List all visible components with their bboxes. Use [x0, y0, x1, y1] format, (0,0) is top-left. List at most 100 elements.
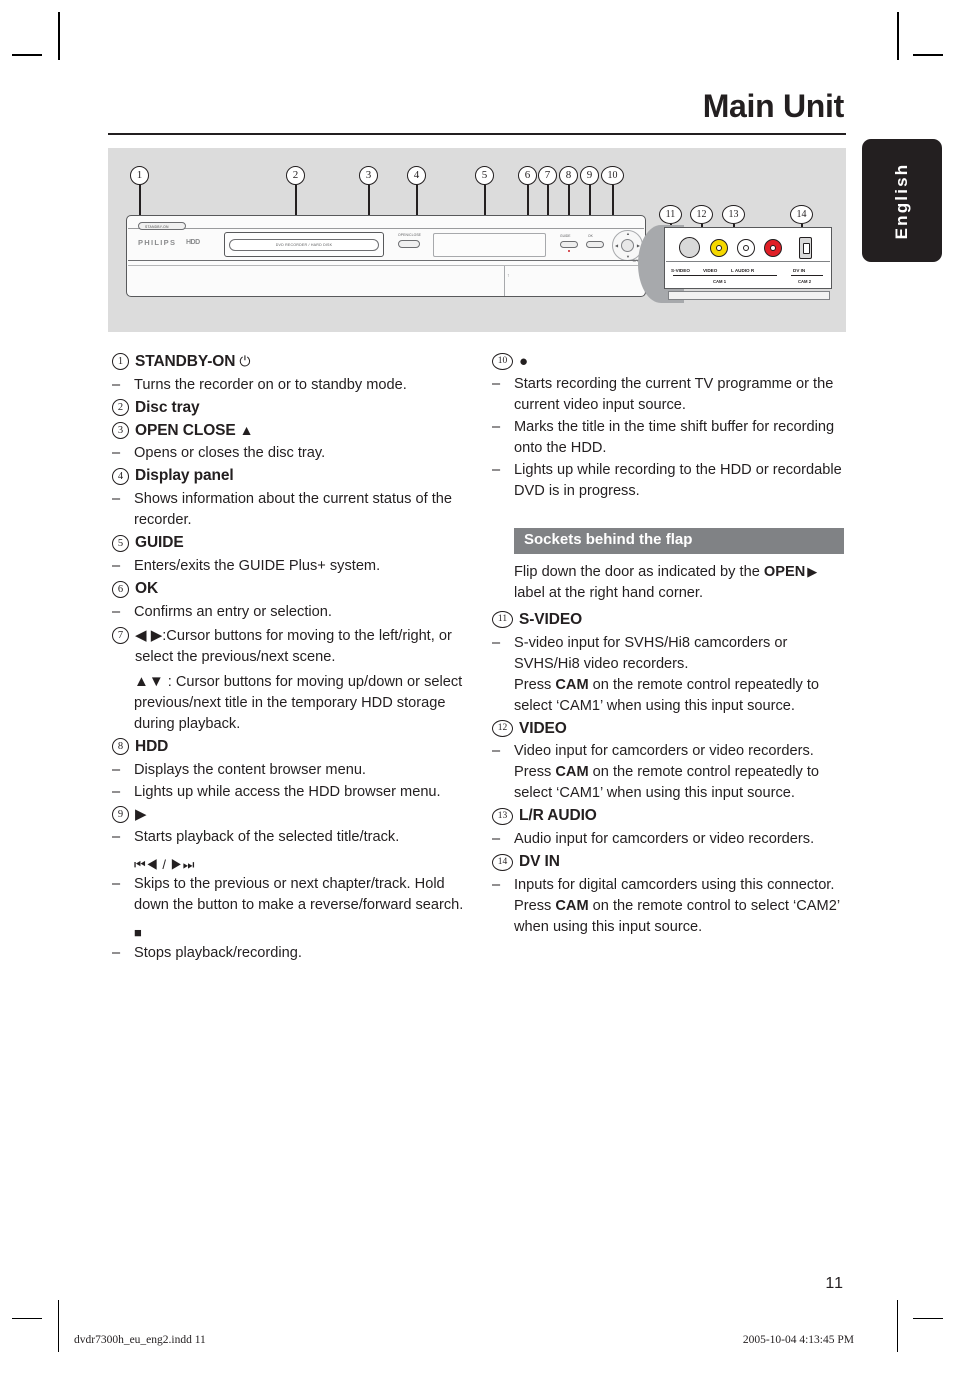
entry-number: 6 — [112, 580, 129, 598]
bullet-text: Enters/exits the GUIDE Plus+ system. — [134, 558, 381, 575]
cursor-up-arrow-icon: ▲ — [626, 231, 630, 236]
bullet-dash: – — [112, 491, 121, 508]
socket-group-line-cam2 — [791, 275, 823, 276]
entry-bullet: – Displays the content browser menu. — [112, 760, 464, 781]
cursor-left-arrow-icon: ◀ — [615, 243, 619, 248]
entry-s-video-heading: 11 S-VIDEO — [492, 610, 844, 630]
entry-record-heading: 10 ● — [492, 352, 844, 371]
audio-left-jack-icon — [737, 239, 755, 257]
section-intro-text: Flip down the door as indicated by the O… — [514, 563, 818, 601]
entry-number: 3 — [112, 422, 129, 440]
bullet-dash: – — [112, 376, 121, 393]
crop-mark-top-right-horizontal — [913, 54, 943, 56]
open-close-button-label: OPEN/CLOSE — [398, 233, 422, 237]
right-text-column: 10 ● – Starts recording the current TV p… — [492, 352, 844, 940]
socket-panel-illustration: S-VIDEO VIDEO L AUDIO R DV IN CAM 1 CAM … — [638, 225, 838, 303]
cam-label-bold: CAM — [555, 898, 589, 914]
entry-standby-on: 1 STANDBY-ON ⏻ – Turns the recorder on or… — [112, 352, 464, 396]
entry-title: VIDEO — [519, 719, 567, 737]
up-down-arrow-icon: ▲▼ — [134, 672, 164, 690]
bullet-text: Inputs for digital camcorders using this… — [514, 877, 840, 935]
entry-cursor-buttons-heading: 7 ◀ ▶:Cursor buttons for moving to the l… — [112, 625, 464, 668]
guide-button-label: GUIDE — [560, 234, 571, 238]
section-header-sockets: Sockets behind the flap — [514, 528, 844, 554]
entry-bullet: – Stops playback/recording. — [112, 943, 464, 964]
bullet-text: Audio input for camcorders or video reco… — [514, 831, 815, 848]
bullet-text: Marks the title in the time shift buffer… — [514, 419, 835, 457]
socket-label-dv-in: DV IN — [793, 268, 806, 273]
bullet-text: Lights up while recording to the HDD or … — [514, 462, 842, 500]
entry-bullet: – S-video input for SVHS/Hi8 camcorders … — [492, 633, 844, 717]
entry-playback: 9 ▶ – Starts playback of the selected ti… — [112, 805, 464, 964]
entry-bullet: – Skips to the previous or next chapter/… — [112, 874, 464, 916]
page-title: Main Unit — [702, 88, 845, 124]
title-divider-rule — [108, 133, 846, 136]
entry-bullet: – Turns the recorder on or to standby mo… — [112, 375, 464, 396]
bullet-dash: – — [492, 877, 501, 893]
bullet-text: Opens or closes the disc tray. — [134, 445, 326, 462]
open-close-button-graphic — [398, 240, 420, 248]
entry-number: 2 — [112, 399, 129, 417]
open-arrow-icon: ▶ — [807, 563, 818, 579]
s-video-jack-icon — [679, 237, 700, 258]
entry-ok: 6 OK – Confirms an entry or selection. — [112, 579, 464, 623]
open-label-bold: OPEN — [763, 563, 806, 580]
entry-cursor-buttons: 7 ◀ ▶:Cursor buttons for moving to the l… — [112, 625, 464, 735]
diagram-callout-5: 5 — [475, 166, 494, 185]
left-right-arrow-icon: ◀ ▶ — [135, 626, 163, 644]
bullet-dash: – — [112, 445, 121, 462]
bullet-dash: – — [112, 828, 121, 845]
bullet-text: Skips to the previous or next chapter/tr… — [134, 876, 464, 914]
footer-timestamp: 2005-10-04 4:13:45 PM — [742, 1334, 854, 1346]
bullet-text: S-video input for SVHS/Hi8 camcorders or… — [514, 634, 820, 714]
entry-cursor-buttons-secondary: ▲▼ : Cursor buttons for moving up/down o… — [134, 672, 463, 732]
entry-open-close: 3 OPEN CLOSE ▲ – Opens or closes the disc… — [112, 421, 464, 465]
entry-video: 12 VIDEO – Video input for camcorders or… — [492, 719, 844, 805]
left-text-column: 1 STANDBY-ON ⏻ – Turns the recorder on or… — [112, 352, 464, 966]
entry-title: HDD — [135, 737, 169, 755]
bullet-dash: – — [112, 783, 121, 800]
socket-group-label-cam1: CAM 1 — [713, 279, 727, 284]
diagram-callout-9: 9 — [580, 166, 599, 185]
record-indicator-dot — [568, 250, 570, 252]
entry-number: 12 — [492, 719, 513, 737]
entry-disc-tray: 2 Disc tray — [112, 398, 464, 418]
socket-group-line-cam1 — [673, 275, 777, 276]
entry-title: OK — [135, 580, 159, 598]
entry-title: DV IN — [519, 853, 560, 871]
entry-number: 10 — [492, 353, 513, 371]
bullet-dash: – — [492, 376, 501, 393]
socket-label-s-video: S-VIDEO — [671, 268, 690, 273]
socket-panel-body: S-VIDEO VIDEO L AUDIO R DV IN CAM 1 CAM … — [664, 227, 832, 289]
entry-record: 10 ● – Starts recording the current TV p… — [492, 352, 844, 502]
crop-mark-top-left-horizontal — [12, 54, 42, 56]
hdd-badge: HDD — [186, 239, 200, 246]
entry-standby-on-heading: 1 STANDBY-ON ⏻ — [112, 352, 464, 372]
disc-tray-graphic: DVD RECORDER / HARD DISK — [224, 232, 384, 257]
entry-dv-in: 14 DV IN – Inputs for digital camcorders… — [492, 852, 844, 938]
entry-bullet: – Opens or closes the disc tray. — [112, 443, 464, 464]
record-icon: ● — [519, 353, 528, 370]
diagram-callout-10: 10 — [601, 166, 624, 185]
entry-bullet: – Video input for camcorders or video re… — [492, 741, 844, 804]
entry-bullet: – Shows information about the current st… — [112, 489, 464, 531]
entry-number: 9 — [112, 805, 129, 823]
front-panel-flap-seam-2 — [128, 265, 644, 266]
entry-bullet: – Marks the title in the time shift buff… — [492, 417, 844, 459]
bullet-text: Confirms an entry or selection. — [134, 603, 332, 620]
entry-video-heading: 12 VIDEO — [492, 719, 844, 739]
bullet-dash: – — [112, 558, 121, 575]
footer-filename: dvdr7300h_eu_eng2.indd 11 — [74, 1334, 206, 1346]
bullet-text: Lights up while access the HDD browser m… — [134, 783, 441, 800]
display-panel-graphic — [433, 233, 546, 257]
entry-ok-heading: 6 OK — [112, 579, 464, 599]
entry-s-video: 11 S-VIDEO – S-video input for SVHS/Hi8 … — [492, 610, 844, 717]
crop-mark-top-right-vertical — [897, 12, 899, 60]
diagram-callout-1: 1 — [130, 166, 149, 185]
entry-playback-heading: 9 ▶ — [112, 805, 464, 824]
bullet-dash: – — [492, 831, 501, 848]
front-panel-illustration: STANDBY-ON PHILIPS HDD DVD RECORDER / HA… — [126, 215, 646, 297]
bullet-dash: – — [492, 634, 501, 651]
socket-panel-divider — [666, 261, 830, 263]
bullet-text: Turns the recorder on or to standby mode… — [134, 376, 407, 393]
